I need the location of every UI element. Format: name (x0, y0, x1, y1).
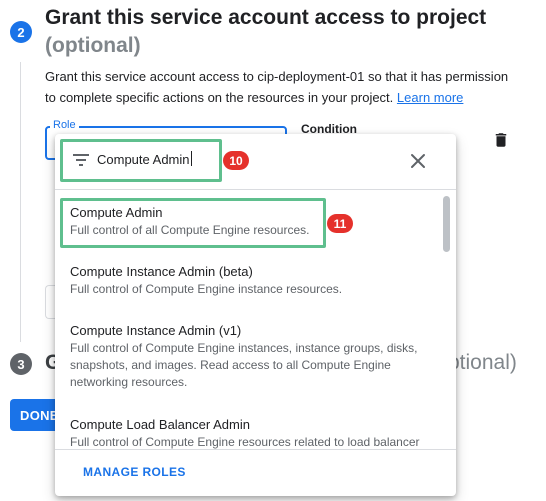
role-option-title: Compute Instance Admin (v1) (70, 323, 242, 338)
step-2-title: Grant this service account access to pro… (45, 6, 487, 29)
role-option-description: Full control of Compute Engine instance … (70, 282, 343, 296)
role-option-compute-instance-admin-v1[interactable]: Compute Instance Admin (v1) Full control… (70, 322, 430, 391)
step-badge-11: 11 (327, 214, 353, 233)
step-2-subtitle: (optional) (45, 34, 141, 57)
role-option-title: Compute Load Balancer Admin (70, 417, 250, 432)
trash-icon[interactable] (492, 131, 510, 149)
role-option-description: Full control of Compute Engine resources… (70, 435, 420, 449)
step-2-description: Grant this service account access to cip… (45, 66, 525, 108)
step-3-title-suffix: ptional) (448, 351, 517, 374)
step-3-number: 3 (10, 353, 32, 375)
role-dropdown-panel: Compute Admin Compute Admin Full control… (55, 134, 456, 496)
learn-more-link[interactable]: Learn more (397, 90, 463, 105)
manage-roles-button[interactable]: MANAGE ROLES (83, 465, 186, 479)
step-badge-10: 10 (223, 151, 249, 170)
done-button[interactable]: DONE (10, 399, 60, 431)
description-line-2: to complete specific actions on the reso… (45, 90, 394, 105)
highlight-option-box (60, 198, 326, 248)
step-connector-line (20, 62, 21, 342)
role-option-compute-load-balancer-admin[interactable]: Compute Load Balancer Admin Full control… (70, 416, 430, 449)
dropdown-footer: MANAGE ROLES (55, 449, 456, 496)
role-option-compute-instance-admin-beta[interactable]: Compute Instance Admin (beta) Full contr… (70, 263, 430, 298)
step-2-number: 2 (10, 21, 32, 43)
scrollbar-thumb[interactable] (443, 196, 450, 252)
description-line-1: Grant this service account access to cip… (45, 69, 509, 84)
role-option-title: Compute Instance Admin (beta) (70, 264, 253, 279)
role-option-description: Full control of Compute Engine instances… (70, 341, 418, 389)
highlight-filter-box (60, 139, 222, 182)
role-label: Role (50, 119, 79, 131)
close-icon[interactable] (410, 153, 426, 169)
